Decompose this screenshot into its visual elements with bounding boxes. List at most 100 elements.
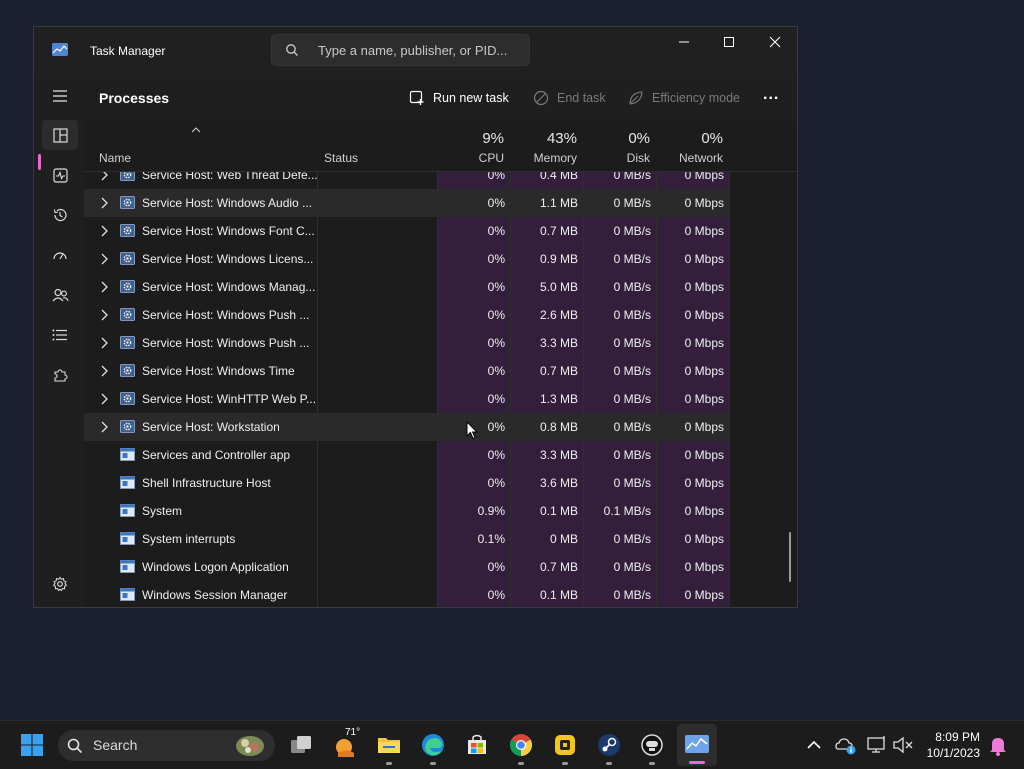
process-name: Services and Controller app [142,448,291,462]
running-indicator [430,762,436,765]
start-button[interactable] [20,733,44,757]
sort-ascending-icon [191,127,201,133]
settings-gear-icon [52,576,68,592]
chevron-right-icon[interactable] [100,172,108,184]
yellow-app-icon [555,735,575,755]
column-header-memory[interactable]: 43% Memory [510,121,583,171]
file-explorer-button[interactable] [377,733,401,757]
process-disk-value: 0.1 MB/s [603,504,651,518]
search-input[interactable]: Type a name, publisher, or PID... [318,43,507,58]
steam-button[interactable] [597,733,621,757]
microsoft-store-button[interactable] [465,733,489,757]
table-row[interactable]: Service Host: Windows Time 0% 0.7 MB 0 MB/s… [84,357,730,385]
process-cpu-value: 0% [487,172,505,182]
table-row[interactable]: Service Host: Windows Licens... 0% 0.9 MB 0… [84,245,730,273]
vertical-scrollbar[interactable] [789,532,791,582]
table-row[interactable]: Service Host: Windows Audio ... 0% 1.1 MB 0… [84,189,730,217]
task-manager-taskbar-button[interactable] [677,724,717,766]
process-name: System interrupts [142,532,236,546]
network-tray-button[interactable] [865,733,889,757]
table-row[interactable]: Shell Infrastructure Host 0% 3.6 MB 0 MB/s 0… [84,469,730,497]
more-options-button[interactable]: ... [763,85,779,105]
chevron-right-icon[interactable] [100,197,108,212]
table-row[interactable]: System interrupts 0.1% 0 MB 0 MB/s 0 Mbps [84,525,730,553]
table-row[interactable]: Service Host: Windows Push ... 0% 2.6 MB 0 … [84,301,730,329]
close-button[interactable] [752,27,797,57]
nav-performance[interactable] [42,160,78,190]
process-name: Service Host: Windows Time [142,364,295,378]
column-header-cpu[interactable]: 9% CPU [437,121,510,171]
chevron-right-icon[interactable] [100,421,108,436]
clock-button[interactable]: 8:09 PM 10/1/2023 [927,729,980,761]
process-network-value: 0 Mbps [684,560,724,574]
table-row[interactable]: System 0.9% 0.1 MB 0.1 MB/s 0 Mbps [84,497,730,525]
column-header-disk[interactable]: 0% Disk [583,121,656,171]
chevron-right-icon[interactable] [100,225,108,240]
network-total-percent: 0% [701,130,723,147]
nav-settings[interactable] [42,569,78,599]
table-row[interactable]: Service Host: Windows Font C... 0% 0.7 MB 0… [84,217,730,245]
nav-users[interactable] [42,280,78,310]
chrome-browser-button[interactable] [509,733,533,757]
edge-browser-button[interactable] [421,733,445,757]
process-network-value: 0 Mbps [684,504,724,518]
service-gear-icon [120,364,135,377]
table-row[interactable]: Service Host: Windows Push ... 0% 3.3 MB 0 … [84,329,730,357]
nav-services[interactable] [42,360,78,390]
column-header-status[interactable]: Status [324,151,358,165]
efficiency-leaf-icon [629,91,643,105]
nav-app-history[interactable] [42,200,78,230]
process-cpu-value: 0% [487,224,505,238]
task-manager-icon [685,735,709,753]
table-row[interactable]: Windows Session Manager 0% 0.1 MB 0 MB/s 0 M… [84,581,730,607]
memory-column-label: Memory [533,151,577,165]
volume-tray-button[interactable] [891,733,915,757]
round-app-button[interactable] [640,733,664,757]
process-cpu-value: 0% [487,392,505,406]
column-header-network[interactable]: 0% Network [656,121,729,171]
onedrive-tray-button[interactable] [834,733,858,757]
minimize-button[interactable] [661,27,707,57]
process-cpu-value: 0% [487,588,505,602]
processes-icon [52,127,68,143]
hamburger-menu-button[interactable] [42,81,78,111]
chevron-right-icon[interactable] [100,393,108,408]
hamburger-icon [53,90,67,102]
round-app-icon [641,734,663,756]
yellow-app-button[interactable] [553,733,577,757]
table-row[interactable]: Service Host: WinHTTP Web P... 0% 1.3 MB 0 … [84,385,730,413]
chevron-right-icon[interactable] [100,253,108,268]
chevron-right-icon[interactable] [100,281,108,296]
process-network-value: 0 Mbps [684,448,724,462]
efficiency-mode-button[interactable]: Efficiency mode [628,88,740,108]
title-bar[interactable]: Task Manager Type a name, publisher, or … [34,27,797,73]
process-cpu-value: 0% [487,252,505,266]
chevron-right-icon[interactable] [100,365,108,380]
nav-startup-apps[interactable] [42,240,78,270]
weather-widget-button[interactable]: 71° [334,727,360,757]
table-row[interactable]: Services and Controller app 0% 3.3 MB 0 MB/… [84,441,730,469]
end-task-button[interactable]: End task [533,88,606,108]
chevron-right-icon[interactable] [100,337,108,352]
clock-time: 8:09 PM [935,730,980,744]
chevron-right-icon[interactable] [100,309,108,324]
process-cpu-value: 0.9% [477,504,505,518]
table-row[interactable]: Windows Logon Application 0% 0.7 MB 0 MB/s 0… [84,553,730,581]
task-view-button[interactable] [289,733,313,757]
nav-processes[interactable] [42,120,78,150]
search-box[interactable]: Type a name, publisher, or PID... [271,34,530,66]
table-row[interactable]: Service Host: Web Threat Defe... 0% 0.4 MB… [84,172,730,189]
table-row[interactable]: Service Host: Workstation 0% 0.8 MB 0 MB/s 0… [84,413,730,441]
nav-details[interactable] [42,320,78,350]
show-hidden-icons-button[interactable] [802,733,826,757]
column-header-name[interactable]: Name [99,151,131,165]
taskbar-search-box[interactable]: Search [58,730,275,761]
table-row[interactable]: Service Host: Windows Manag... 0% 5.0 MB 0 … [84,273,730,301]
run-new-task-button[interactable]: Run new task [409,88,509,108]
maximize-button[interactable] [706,27,752,57]
notifications-button[interactable] [986,733,1010,757]
process-name: Service Host: Windows Push ... [142,336,310,350]
end-task-icon [533,90,549,106]
process-network-value: 0 Mbps [684,196,724,210]
process-disk-value: 0 MB/s [613,560,651,574]
